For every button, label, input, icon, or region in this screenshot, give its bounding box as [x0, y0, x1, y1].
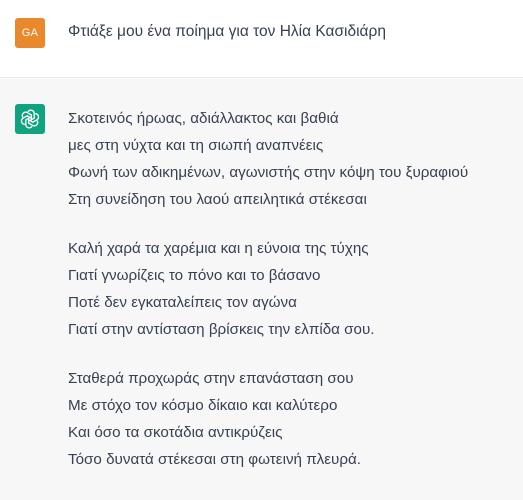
poem-line: Στη συνείδηση του λαού απειλητικά στέκεσ…	[68, 191, 367, 208]
user-message-text: Φτιάξε μου ένα ποίημα για τον Ηλία Κασιδ…	[68, 23, 386, 40]
assistant-avatar	[15, 104, 45, 134]
poem-line: Σκοτεινός ήρωας, αδιάλλακτος και βαθιά	[68, 110, 339, 127]
poem-line: Καλή χαρά τα χαρέμια και η εύνοια της τύ…	[68, 240, 369, 257]
openai-logo-icon	[20, 109, 40, 129]
chat-thread: GA Φτιάξε μου ένα ποίημα για τον Ηλία Κα…	[0, 0, 523, 500]
user-message: GA Φτιάξε μου ένα ποίημα για τον Ηλία Κα…	[0, 0, 523, 78]
user-avatar: GA	[15, 18, 45, 48]
poem-line: Με στόχο τον κόσμο δίκαιο και καλύτερο	[68, 397, 338, 414]
assistant-message-poem: Σκοτεινός ήρωας, αδιάλλακτος και βαθιά μ…	[68, 105, 523, 495]
poem-line: Γιατί στην αντίσταση βρίσκεις την ελπίδα…	[68, 321, 375, 338]
poem-line: Σταθερά προχωράς στην επανάσταση σου	[68, 370, 354, 387]
poem-line: Και όσο τα σκοτάδια αντικρύζεις	[68, 424, 283, 441]
poem-line: Τόσο δυνατά στέκεσαι στη φωτεινή πλευρά.	[68, 451, 361, 468]
poem-line: μες στη νύχτα και τη σιωπή αναπνέεις	[68, 137, 324, 154]
poem-stanza: Σκοτεινός ήρωας, αδιάλλακτος και βαθιά μ…	[68, 105, 523, 213]
assistant-message: Σκοτεινός ήρωας, αδιάλλακτος και βαθιά μ…	[0, 79, 523, 500]
poem-stanza: Σταθερά προχωράς στην επανάσταση σου Με …	[68, 365, 523, 473]
poem-line: Γιατί γνωρίζεις το πόνο και το βάσανο	[68, 267, 321, 284]
poem-line: Φωνή των αδικημένων, αγωνιστής στην κόψη…	[68, 164, 469, 181]
poem-line: Ποτέ δεν εγκαταλείπεις τον αγώνα	[68, 294, 297, 311]
poem-stanza: Καλή χαρά τα χαρέμια και η εύνοια της τύ…	[68, 235, 523, 343]
